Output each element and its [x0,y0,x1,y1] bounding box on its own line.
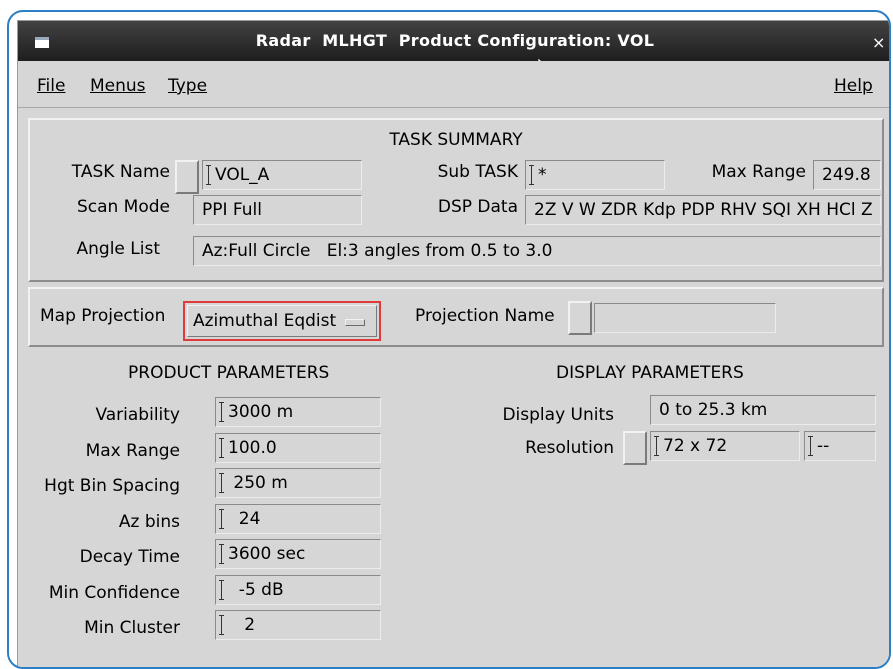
angle-list-field: Az:Full Circle El:3 angles from 0.5 to 3… [193,236,881,266]
hgt-bin-spacing-value: 250 m [228,473,288,493]
text-cursor-icon [654,436,660,456]
task-name-button[interactable] [175,160,199,194]
window-frame: Radar MLHGT Product Configuration: VOL ×… [7,10,891,669]
text-cursor-icon [808,436,814,456]
text-cursor-icon [529,165,535,185]
menu-file[interactable]: File [37,76,65,96]
window-title: Radar MLHGT Product Configuration: VOL [255,31,655,50]
resolution-extra-value: -- [817,436,830,456]
resolution-value: 72 x 72 [663,436,728,456]
max-range-param-value: 100.0 [228,438,277,458]
close-icon[interactable]: × [872,33,885,52]
min-cluster-field[interactable]: 2 [215,610,381,640]
scan-mode-label: Scan Mode [76,197,170,217]
product-parameters-heading: PRODUCT PARAMETERS [128,363,330,383]
text-cursor-icon [219,473,225,493]
menu-file-label: File [37,76,66,96]
display-units-label: Display Units [502,405,614,425]
angle-list-label: Angle List [76,239,161,259]
max-range-param-label: Max Range [85,441,180,461]
scan-mode-field: PPI Full [193,195,362,225]
resolution-extra-field[interactable]: -- [804,431,876,461]
text-cursor-icon [219,438,225,458]
min-cluster-label: Min Cluster [84,618,180,638]
scan-mode-value: PPI Full [202,200,262,220]
az-bins-field[interactable]: 24 [215,504,381,534]
menu-menus[interactable]: Menus [90,76,146,96]
hgt-bin-spacing-field[interactable]: 250 m [215,468,381,498]
display-units-field: 0 to 25.3 km [650,395,876,425]
task-summary-panel: TASK SUMMARY TASK Name VOL_A Sub TASK * … [28,118,884,282]
display-parameters-heading: DISPLAY PARAMETERS [556,363,744,383]
resolution-label: Resolution [525,438,614,458]
task-summary-heading: TASK SUMMARY [389,130,523,150]
decay-time-value: 3600 sec [228,544,306,564]
task-name-value: VOL_A [215,165,270,185]
menu-type-label: Type [168,76,208,96]
map-projection-dropdown[interactable]: Azimuthal Eqdist [183,301,381,341]
min-confidence-value: -5 dB [228,580,284,600]
variability-label: Variability [95,405,180,425]
menu-bar: File Menus Type Help [18,61,889,108]
dsp-data-label: DSP Data [437,197,518,217]
sub-task-field[interactable]: * [525,160,665,190]
option-menu-indicator-icon [345,319,365,326]
product-config-window: Radar MLHGT Product Configuration: VOL ×… [17,20,889,667]
display-units-value: 0 to 25.3 km [659,400,768,420]
sub-task-value: * [538,165,547,185]
resolution-field[interactable]: 72 x 72 [650,431,800,461]
variability-field[interactable]: 3000 m [215,397,381,427]
max-range-param-field[interactable]: 100.0 [215,433,381,463]
dsp-data-value: 2Z V W ZDR Kdp PDP RHV SQI XH HCl Z [534,200,873,220]
text-cursor-icon [219,402,225,422]
menu-type[interactable]: Type [168,76,207,96]
max-range-label: Max Range [711,162,806,182]
projection-name-field[interactable] [594,303,776,333]
min-confidence-label: Min Confidence [48,583,180,603]
decay-time-label: Decay Time [79,547,180,567]
text-cursor-icon [219,509,225,529]
az-bins-value: 24 [228,509,261,529]
text-cursor-icon [219,544,225,564]
decay-time-field[interactable]: 3600 sec [215,539,381,569]
menu-menus-label: Menus [90,76,146,96]
min-confidence-field[interactable]: -5 dB [215,575,381,605]
text-cursor-icon [219,615,225,635]
map-projection-value: Azimuthal Eqdist [193,311,337,331]
task-name-field[interactable]: VOL_A [202,160,362,190]
projection-name-label: Projection Name [415,306,555,326]
az-bins-label: Az bins [118,512,180,532]
menu-help-label: Help [834,76,873,96]
task-name-label: TASK Name [71,162,170,182]
projection-name-button[interactable] [568,301,592,335]
text-cursor-icon [219,580,225,600]
map-projection-label: Map Projection [40,306,166,326]
title-bar[interactable]: Radar MLHGT Product Configuration: VOL × [18,21,889,61]
max-range-value: 249.8 [822,165,871,185]
min-cluster-value: 2 [228,615,256,635]
hgt-bin-spacing-label: Hgt Bin Spacing [44,476,180,496]
resolution-button[interactable] [623,431,647,465]
angle-list-value: Az:Full Circle El:3 angles from 0.5 to 3… [202,241,553,261]
menu-help[interactable]: Help [834,76,873,96]
sub-task-label: Sub TASK [437,162,518,182]
variability-value: 3000 m [228,402,294,422]
text-cursor-icon [206,165,212,185]
dsp-data-field: 2Z V W ZDR Kdp PDP RHV SQI XH HCl Z [525,195,881,225]
max-range-field[interactable]: 249.8 [813,160,881,190]
